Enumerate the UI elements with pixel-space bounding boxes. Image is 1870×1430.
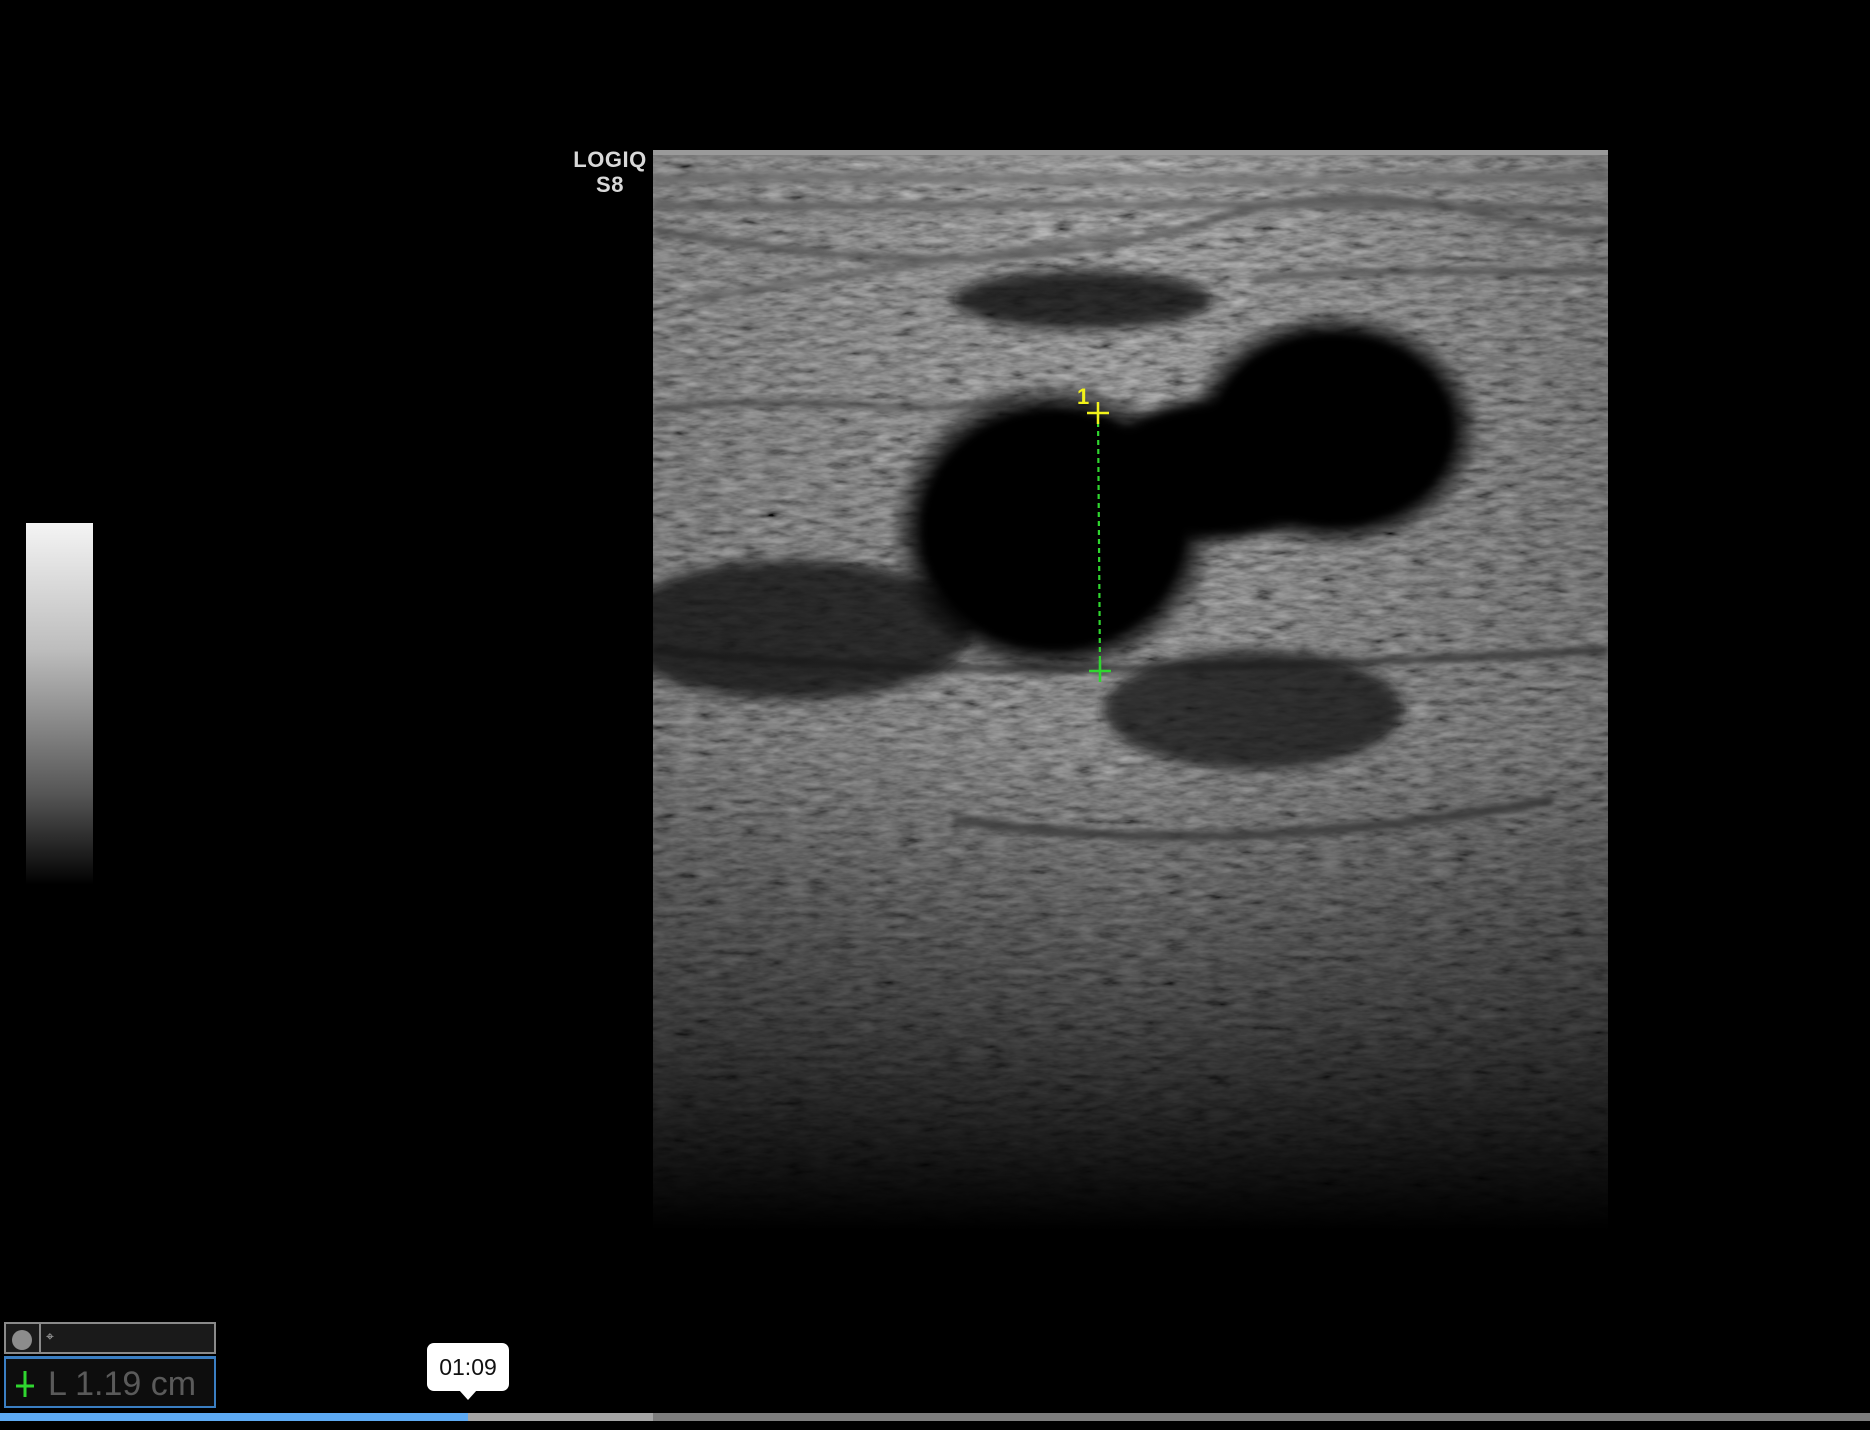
measurement-row[interactable]: L 1.19 cm <box>4 1356 216 1408</box>
measurement-panel-header[interactable]: ⌖ <box>4 1322 216 1354</box>
depth-fade <box>653 150 1608 1230</box>
record-dot-icon[interactable] <box>12 1330 32 1350</box>
caliper-number: 1 <box>1077 384 1089 409</box>
time-tooltip: 01:09 <box>427 1343 509 1400</box>
device-label: LOGIQ S8 <box>566 147 654 197</box>
grayscale-bar <box>26 523 93 885</box>
device-model: S8 <box>596 172 624 197</box>
cursor-icon[interactable]: ⌖ <box>46 1326 72 1346</box>
ultrasound-image[interactable]: 1 <box>653 150 1608 1230</box>
caliper-cross-icon <box>16 1371 34 1397</box>
measurement-label: L <box>48 1365 66 1403</box>
measurement-panel[interactable]: ⌖ L 1.19 cm <box>4 1322 218 1408</box>
measurement-value: 1.19 cm <box>75 1365 197 1403</box>
panel-divider <box>39 1324 41 1352</box>
timeline-progress[interactable] <box>0 1413 468 1421</box>
transducer-line <box>653 150 1608 155</box>
device-brand: LOGIQ <box>573 147 647 172</box>
